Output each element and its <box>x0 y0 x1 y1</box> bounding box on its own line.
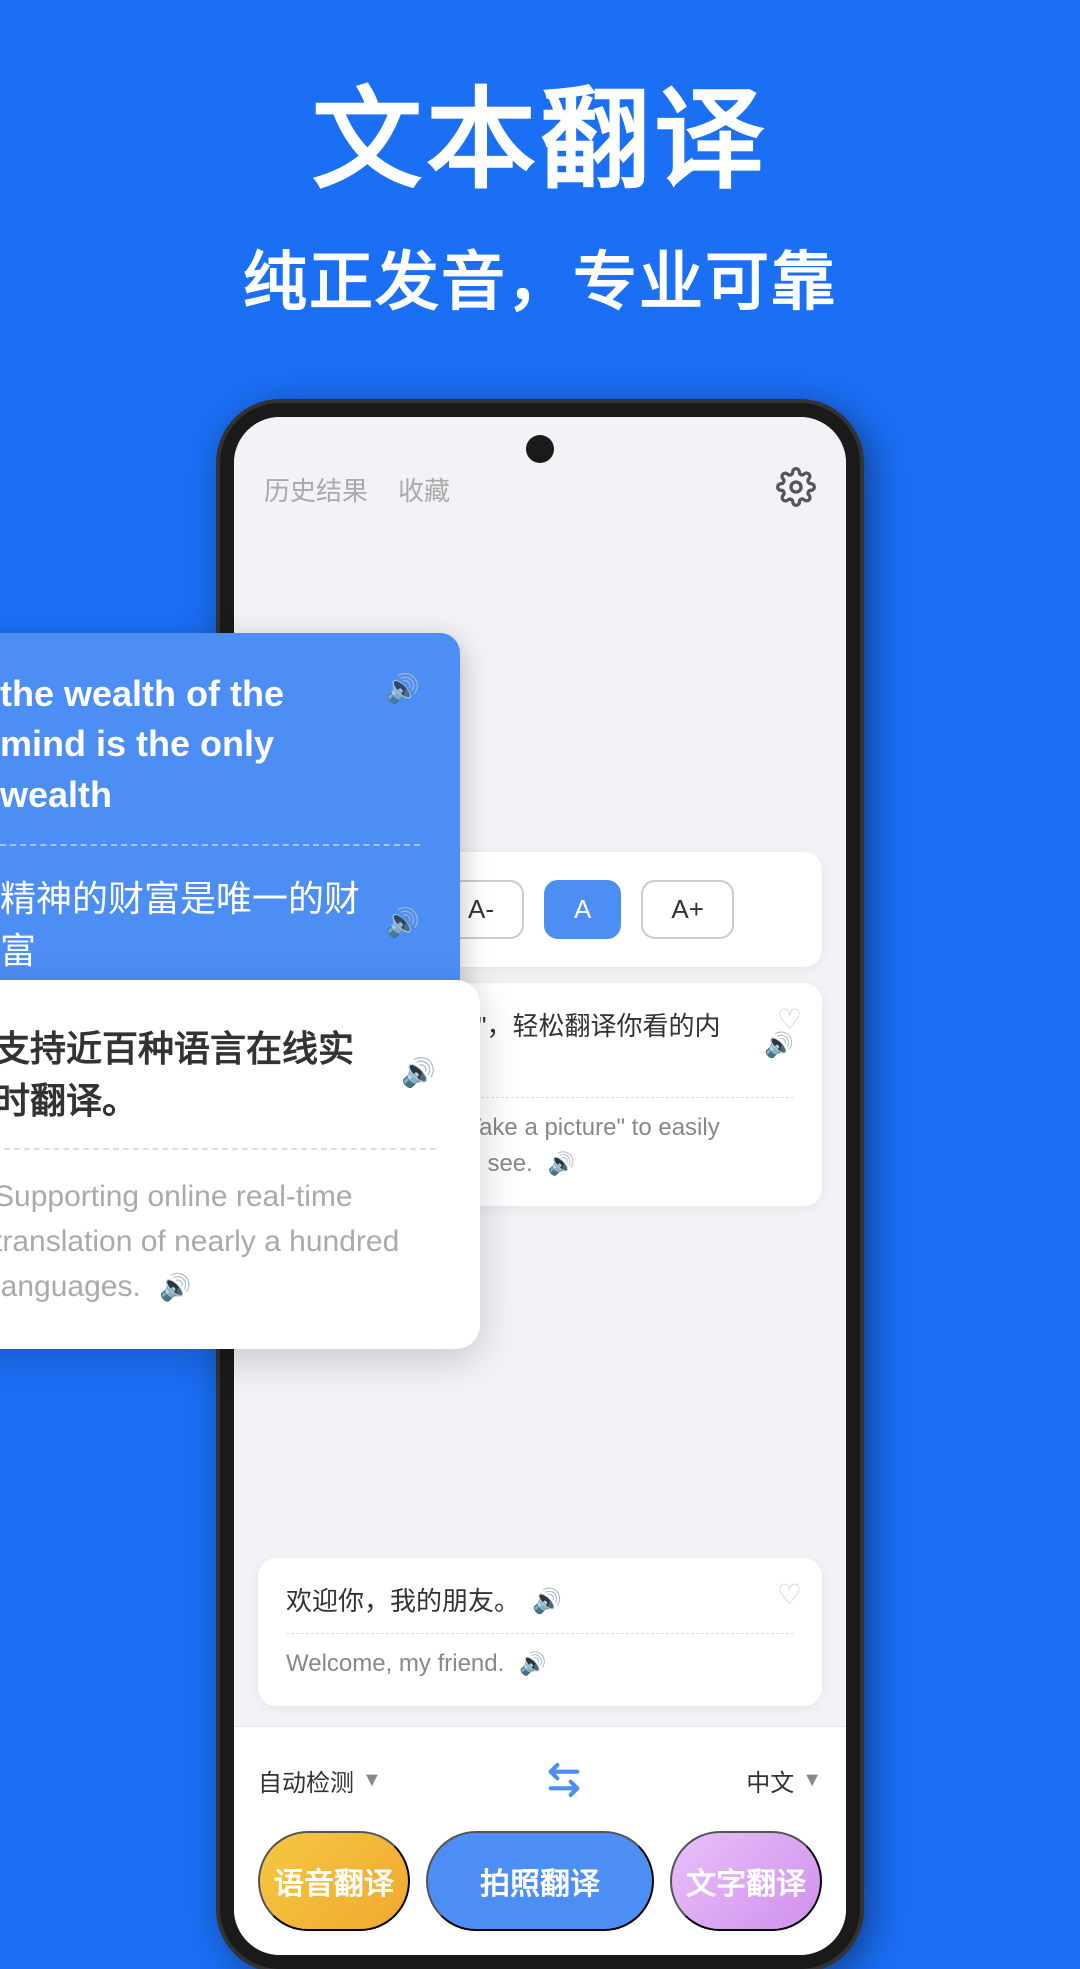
heart-icon-2[interactable]: ♡ <box>777 1578 802 1611</box>
source-lang-chevron: ▼ <box>362 1769 382 1792</box>
tab-history[interactable]: 历史结果 <box>264 471 368 508</box>
phone-side-button <box>850 637 860 717</box>
target-lang-chevron: ▼ <box>802 1769 822 1792</box>
hero-title: 文本翻译 <box>40 80 1040 201</box>
swap-languages-button[interactable] <box>539 1755 589 1805</box>
tab-favorites[interactable]: 收藏 <box>398 471 450 508</box>
sound-icon-target[interactable]: 🔊 <box>385 906 420 939</box>
phone-header: 历史结果 收藏 <box>234 417 846 522</box>
card-divider <box>0 844 420 846</box>
sound-icon-source[interactable]: 🔊 <box>385 669 420 708</box>
source-lang-selector[interactable]: 自动检测 ▼ <box>258 1763 382 1798</box>
overlay-card-white: 支持近百种语言在线实时翻译。 🔊 Supporting online real-… <box>0 980 480 1349</box>
font-increase-button[interactable]: A+ <box>641 880 734 939</box>
target-lang-selector[interactable]: 中文 ▼ <box>746 1763 822 1798</box>
phone-header-tabs: 历史结果 收藏 <box>264 471 450 508</box>
font-normal-button[interactable]: A <box>544 880 621 939</box>
voice-translate-button[interactable]: 语音翻译 <box>258 1831 410 1931</box>
card-translated-text: 精神的财富是唯一的财富 🔊 <box>0 870 420 974</box>
sound-icon-entry1-en[interactable]: 🔊 <box>547 1151 574 1176</box>
lang-selector-row: 自动检测 ▼ 中文 ▼ <box>258 1743 822 1817</box>
translation-card-blue: the wealth of the mind is the only wealt… <box>0 633 460 1010</box>
phone-wrapper: the wealth of the mind is the only wealt… <box>0 383 1080 1969</box>
phone-notch <box>526 435 554 463</box>
sound-icon-overlay-en[interactable]: 🔊 <box>159 1272 191 1302</box>
entry-2-chinese: 欢迎你，我的朋友。 🔊 <box>286 1582 794 1621</box>
sound-icon-entry2-cn[interactable]: 🔊 <box>532 1584 562 1620</box>
heart-icon-1[interactable]: ♡ <box>777 1003 802 1036</box>
hero-subtitle: 纯正发音，专业可靠 <box>40 231 1040 323</box>
action-buttons-row: 语音翻译 拍照翻译 文字翻译 <box>258 1831 822 1931</box>
sound-icon-entry2-en[interactable]: 🔊 <box>519 1651 546 1676</box>
photo-translate-button[interactable]: 拍照翻译 <box>426 1831 654 1931</box>
settings-icon[interactable] <box>776 467 816 512</box>
overlay-chinese: 支持近百种语言在线实时翻译。 🔊 <box>0 1020 436 1124</box>
overlay-divider <box>0 1148 436 1150</box>
entry-2-english: Welcome, my friend. 🔊 <box>286 1646 794 1682</box>
entry-card-2: ♡ 欢迎你，我的朋友。 🔊 Welcome, my friend. 🔊 <box>258 1558 822 1706</box>
phone-bottom-bar: 自动检测 ▼ 中文 ▼ <box>234 1726 846 1955</box>
sound-icon-overlay-cn[interactable]: 🔊 <box>401 1056 436 1089</box>
hero-section: 文本翻译 纯正发音，专业可靠 <box>0 0 1080 383</box>
overlay-english: Supporting online real-time translation … <box>0 1174 436 1309</box>
card-source-text: the wealth of the mind is the only wealt… <box>0 669 420 820</box>
text-translate-button[interactable]: 文字翻译 <box>670 1831 822 1931</box>
entry-2-divider <box>286 1633 794 1634</box>
